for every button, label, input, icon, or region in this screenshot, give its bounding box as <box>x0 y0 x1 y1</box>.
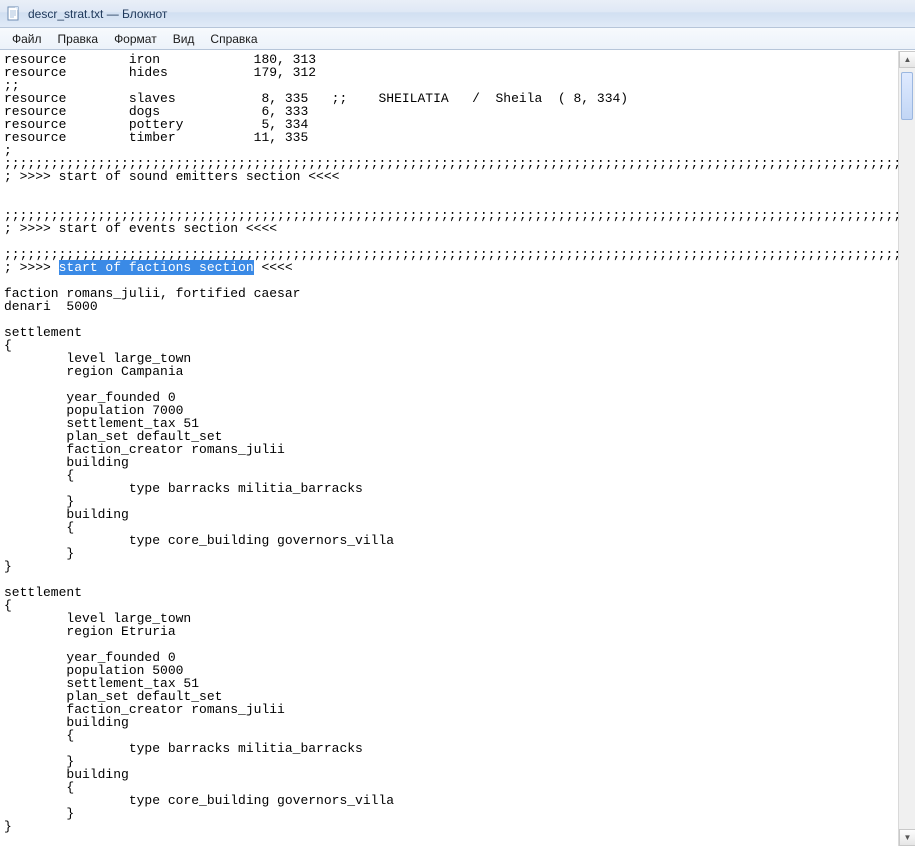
notepad-icon <box>6 6 22 22</box>
editor-line: } <box>4 560 894 573</box>
editor-line: resource hides 179, 312 <box>4 66 894 79</box>
menu-view[interactable]: Вид <box>165 29 203 49</box>
editor-line: } <box>4 807 894 820</box>
editor-line: } <box>4 820 894 833</box>
editor-line: denari 5000 <box>4 300 894 313</box>
editor-line: faction_creator romans_julii <box>4 703 894 716</box>
editor-line: type barracks militia_barracks <box>4 742 894 755</box>
editor-line: region Campania <box>4 365 894 378</box>
editor-line: settlement <box>4 586 894 599</box>
editor-line: type core_building governors_villa <box>4 534 894 547</box>
editor-line-selection: ; >>>> start of factions section <<<< <box>4 261 894 274</box>
editor-line: } <box>4 547 894 560</box>
editor-line: faction_creator romans_julii <box>4 443 894 456</box>
editor-line: building <box>4 768 894 781</box>
menu-edit[interactable]: Правка <box>50 29 107 49</box>
selection-prefix: ; >>>> <box>4 260 59 275</box>
selection-suffix: <<<< <box>254 260 293 275</box>
editor-line: settlement <box>4 326 894 339</box>
text-editor[interactable]: resource iron 180, 313resource hides 179… <box>0 51 898 846</box>
editor-line: type core_building governors_villa <box>4 794 894 807</box>
editor-line: faction romans_julii, fortified caesar <box>4 287 894 300</box>
editor-line: } <box>4 495 894 508</box>
menu-format[interactable]: Формат <box>106 29 165 49</box>
menu-help[interactable]: Справка <box>202 29 265 49</box>
editor-line <box>4 573 894 586</box>
editor-line: } <box>4 755 894 768</box>
editor-line: building <box>4 508 894 521</box>
editor-line: building <box>4 456 894 469</box>
scroll-up-button[interactable]: ▲ <box>899 51 915 68</box>
editor-line: type barracks militia_barracks <box>4 482 894 495</box>
menu-bar: Файл Правка Формат Вид Справка <box>0 28 915 50</box>
editor-line: region Etruria <box>4 625 894 638</box>
editor-line: ; >>>> start of sound emitters section <… <box>4 170 894 183</box>
scrollbar-track[interactable] <box>899 68 915 829</box>
window-titlebar: descr_strat.txt — Блокнот <box>0 0 915 28</box>
editor-area: resource iron 180, 313resource hides 179… <box>0 50 915 846</box>
editor-line <box>4 313 894 326</box>
editor-line: building <box>4 716 894 729</box>
text-selection: start of factions section <box>59 260 254 275</box>
editor-line: resource timber 11, 335 <box>4 131 894 144</box>
scroll-down-button[interactable]: ▼ <box>899 829 915 846</box>
editor-line: ; >>>> start of events section <<<< <box>4 222 894 235</box>
scrollbar-thumb[interactable] <box>901 72 913 120</box>
vertical-scrollbar[interactable]: ▲ ▼ <box>898 51 915 846</box>
editor-line <box>4 183 894 196</box>
menu-file[interactable]: Файл <box>4 29 50 49</box>
window-title: descr_strat.txt — Блокнот <box>28 7 167 21</box>
